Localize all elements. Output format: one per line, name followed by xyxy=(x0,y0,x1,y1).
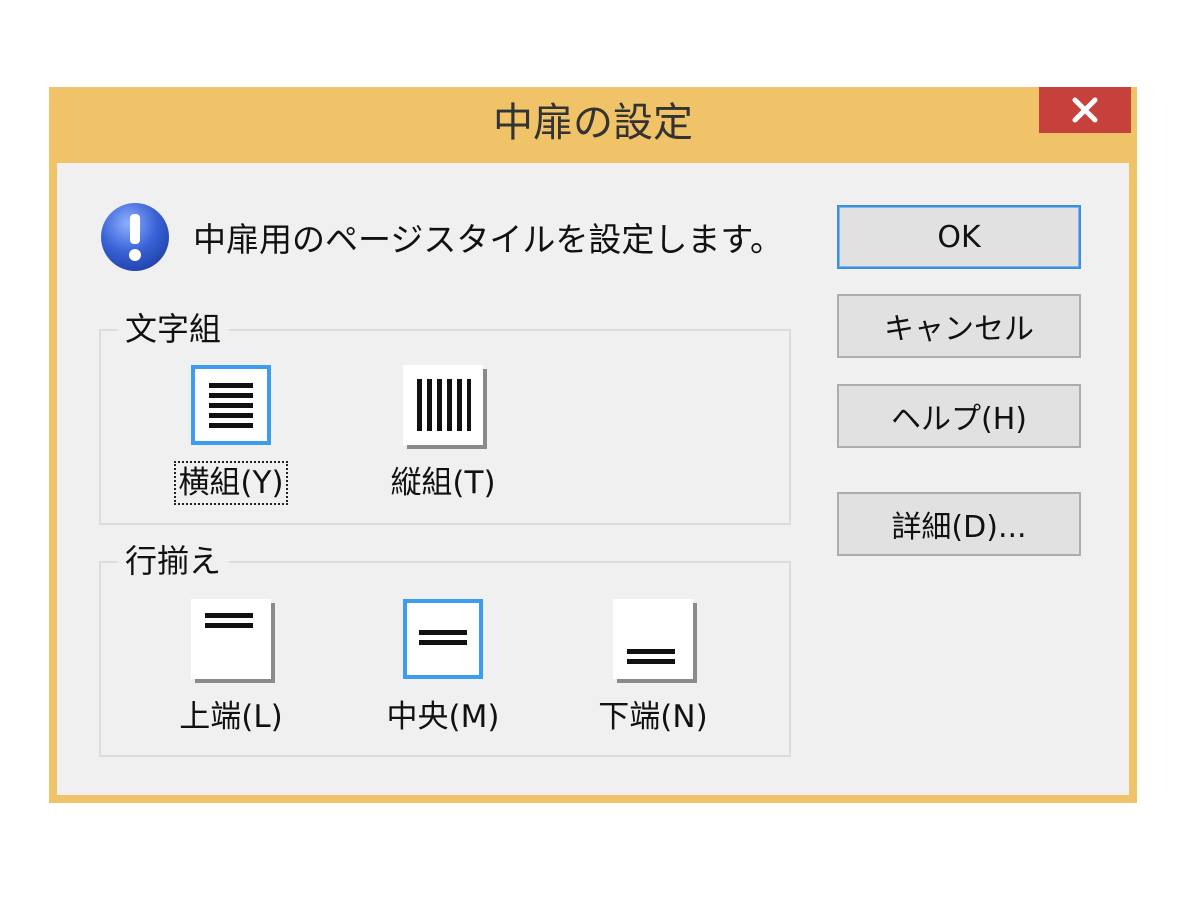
message-row: 中扉用のページスタイルを設定します。 xyxy=(99,201,783,273)
info-icon xyxy=(101,203,169,271)
dialog-body: 中扉用のページスタイルを設定します。 文字組 横組(Y) 縦組(T) 行揃え 上… xyxy=(57,163,1129,795)
option-align-bottom-label: 下端(N) xyxy=(598,699,708,735)
option-align-center-label: 中央(M) xyxy=(386,699,500,735)
text-direction-group: 文字組 横組(Y) 縦組(T) xyxy=(99,309,791,525)
align-top-icon xyxy=(205,613,253,628)
option-align-top-label: 上端(L) xyxy=(179,699,283,735)
alignment-group: 行揃え 上端(L) 中央(M) 下端(N) xyxy=(99,541,791,757)
message-text: 中扉用のページスタイルを設定します。 xyxy=(193,220,784,259)
help-button[interactable]: ヘルプ(H) xyxy=(837,384,1081,448)
option-align-center[interactable]: 中央(M) xyxy=(363,599,523,749)
align-bottom-tile[interactable] xyxy=(613,599,693,679)
option-align-bottom[interactable]: 下端(N) xyxy=(573,599,733,749)
ok-button[interactable]: OK xyxy=(837,205,1081,269)
align-bottom-icon xyxy=(627,649,675,664)
close-button[interactable] xyxy=(1039,87,1131,133)
horizontal-tile[interactable] xyxy=(191,365,271,445)
dialog-window: 中扉の設定 中扉用のページスタイルを設定します。 文字組 横組(Y) 縦組(T)… xyxy=(49,87,1137,803)
alignment-group-label: 行揃え xyxy=(117,541,230,581)
text-direction-group-label: 文字組 xyxy=(117,309,230,349)
option-horizontal-label: 横組(Y) xyxy=(151,457,311,505)
horizontal-lines-icon xyxy=(209,383,253,428)
option-horizontal[interactable]: 横組(Y) xyxy=(151,365,311,515)
option-vertical-label: 縦組(T) xyxy=(390,465,496,501)
option-align-top[interactable]: 上端(L) xyxy=(151,599,311,749)
vertical-lines-icon xyxy=(417,379,471,431)
title-bar[interactable]: 中扉の設定 xyxy=(49,87,1137,163)
details-button[interactable]: 詳細(D)... xyxy=(837,492,1081,556)
vertical-tile[interactable] xyxy=(403,365,483,445)
align-top-tile[interactable] xyxy=(191,599,271,679)
align-center-tile[interactable] xyxy=(403,599,483,679)
horizontal-label-text: 横組(Y) xyxy=(174,461,288,505)
cancel-button[interactable]: キャンセル xyxy=(837,294,1081,358)
close-icon xyxy=(1072,97,1098,123)
align-center-icon xyxy=(419,630,467,645)
dialog-title: 中扉の設定 xyxy=(493,100,693,146)
option-vertical[interactable]: 縦組(T) xyxy=(363,365,523,515)
